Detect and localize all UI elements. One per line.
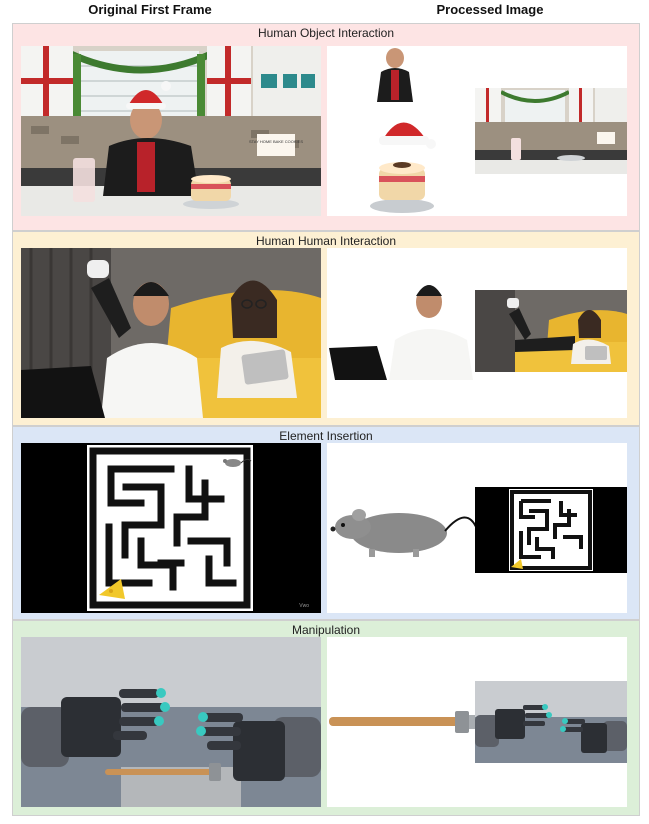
section-title: Human Human Interaction bbox=[255, 234, 397, 248]
processed-image-element-insertion bbox=[327, 443, 627, 613]
original-frame-maze: Vwo bbox=[21, 443, 321, 613]
original-frame-couple bbox=[21, 248, 321, 418]
section-title: Human Object Interaction bbox=[257, 26, 395, 40]
section-title: Element Insertion bbox=[279, 429, 373, 443]
section-element-insertion: Element Insertion Vwo bbox=[12, 426, 640, 620]
section-human-human: Human Human Interaction bbox=[12, 231, 640, 426]
processed-image-human-human bbox=[327, 248, 627, 418]
processed-image-manipulation bbox=[327, 637, 627, 807]
section-human-object: Human Object Interaction STAY HOME BAKE … bbox=[12, 23, 640, 231]
processed-image-human-object bbox=[327, 46, 627, 216]
original-frame-header: Original First Frame bbox=[88, 2, 212, 17]
original-frame-kitchen: STAY HOME BAKE COOKIES bbox=[21, 46, 321, 216]
processed-image-header: Processed Image bbox=[436, 2, 544, 17]
kitchen-sign-text: STAY HOME BAKE COOKIES bbox=[249, 139, 303, 144]
original-frame-robot-hands bbox=[21, 637, 321, 807]
watermark-text: Vwo bbox=[299, 603, 309, 609]
section-manipulation: Manipulation bbox=[12, 620, 640, 816]
section-title: Manipulation bbox=[291, 623, 361, 637]
